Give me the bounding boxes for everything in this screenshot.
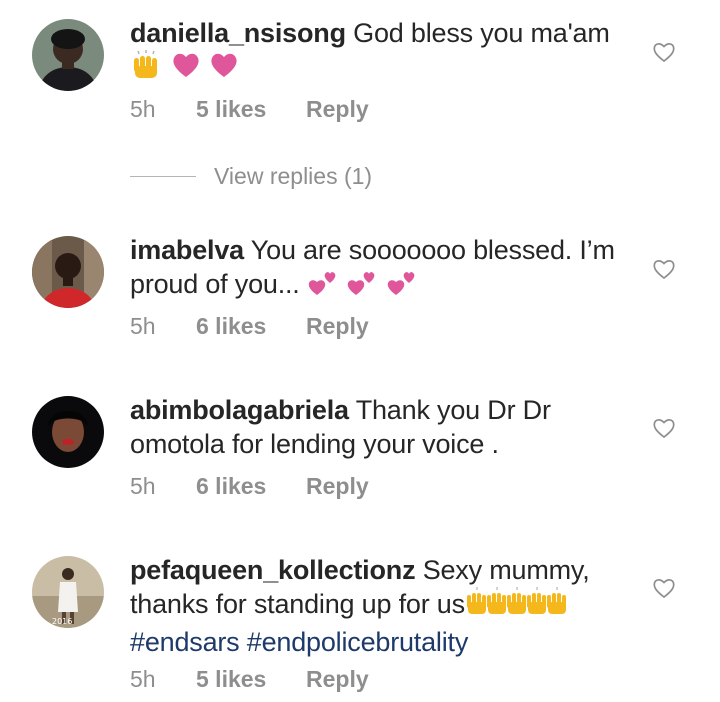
two-hearts-emoji-icon [386,267,418,305]
two-hearts-emoji-icon [307,267,339,305]
heart-outline-icon[interactable] [652,257,676,281]
heart-emoji-icon [171,51,201,87]
comment-time: 5h [130,96,156,122]
comment-likes[interactable]: 6 likes [196,473,266,500]
avatar[interactable]: 2016 [32,556,104,628]
comment-likes[interactable]: 5 likes [196,96,266,123]
raised-hands-emoji-icon [130,50,164,88]
view-replies-divider [130,176,196,177]
raised-hands-emoji-icon [465,587,567,625]
view-replies-label[interactable]: View replies (1) [214,163,372,190]
comment-time: 5h [130,313,156,339]
comment-body: imabelva You are sooooooo blessed. I’m p… [130,233,630,305]
heart-outline-icon[interactable] [652,416,676,440]
comment-body: daniella_nsisong God bless you ma'am [130,16,630,88]
comment-time: 5h [130,666,156,692]
view-replies-link[interactable]: View replies (1) [130,163,530,193]
comment-likes[interactable]: 6 likes [196,313,266,340]
comment-time: 5h [130,473,156,499]
comment-username[interactable]: imabelva [130,235,244,265]
avatar[interactable] [32,19,104,91]
heart-emoji-icon [209,51,239,87]
comment-text: God bless you ma'am [353,18,610,48]
comment-username[interactable]: pefaqueen_kollectionz [130,555,416,585]
reply-button[interactable]: Reply [306,666,369,693]
reply-button[interactable]: Reply [306,313,369,340]
comment-username[interactable]: daniella_nsisong [130,18,346,48]
reply-button[interactable]: Reply [306,96,369,123]
reply-button[interactable]: Reply [306,473,369,500]
avatar[interactable] [32,396,104,468]
comment-username[interactable]: abimbolagabriela [130,395,349,425]
comment-likes[interactable]: 5 likes [196,666,266,693]
comment-hashtags[interactable]: #endsars #endpolicebrutality [130,627,468,657]
heart-outline-icon[interactable] [652,576,676,600]
comment-body: pefaqueen_kollectionz Sexy mummy, thanks… [130,553,630,659]
heart-outline-icon[interactable] [652,40,676,64]
avatar[interactable] [32,236,104,308]
avatar-caption: 2016 [52,617,72,626]
two-hearts-emoji-icon [346,267,378,305]
comment-body: abimbolagabriela Thank you Dr Dr omotola… [130,393,630,461]
